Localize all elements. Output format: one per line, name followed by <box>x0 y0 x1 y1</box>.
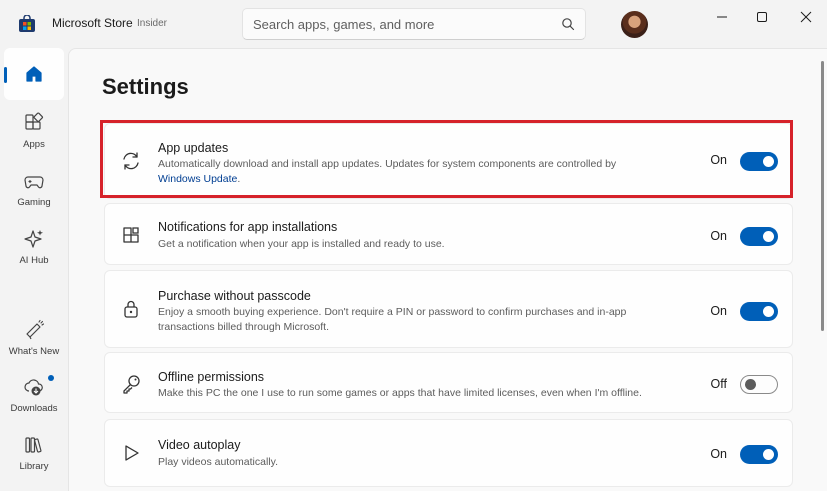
megaphone-icon <box>26 319 45 340</box>
setting-card-notifications: Notifications for app installations Get … <box>104 203 793 265</box>
sparkle-icon <box>24 230 43 248</box>
setting-title: Notifications for app installations <box>158 220 338 234</box>
sidebar-item-library[interactable]: Library <box>4 427 64 479</box>
app-add-icon <box>123 227 139 243</box>
notifications-toggle[interactable] <box>740 227 778 246</box>
setting-description-suffix: . <box>237 173 241 185</box>
sidebar-item-apps[interactable]: Apps <box>4 105 64 157</box>
app-updates-toggle[interactable] <box>740 152 778 171</box>
title-bar: Microsoft Store Insider Search apps, gam… <box>0 0 827 48</box>
setting-title: Video autoplay <box>158 438 241 452</box>
toggle-state-label: On <box>710 153 727 167</box>
setting-card-video-autoplay: Video autoplay Play videos automatically… <box>104 419 793 487</box>
toggle-state-label: On <box>710 229 727 243</box>
apps-grid-icon <box>25 112 44 130</box>
play-icon <box>125 445 139 461</box>
setting-description: Play videos automatically. <box>158 456 279 468</box>
toggle-knob <box>763 156 774 167</box>
windows-update-link[interactable]: Windows Update <box>158 173 237 185</box>
downloads-badge <box>48 375 54 381</box>
setting-title: Offline permissions <box>158 370 265 384</box>
scrollbar[interactable] <box>821 61 824 331</box>
cloud-download-icon <box>24 379 43 396</box>
sidebar-item-whats-new[interactable]: What's New <box>4 312 64 364</box>
toggle-knob <box>763 231 774 242</box>
minimize-icon[interactable] <box>707 6 737 28</box>
sidebar-item-label: Gaming <box>17 197 51 208</box>
setting-description-text: Automatically download and install app u… <box>158 158 617 170</box>
video-autoplay-toggle[interactable] <box>740 445 778 464</box>
setting-description: Enjoy a smooth buying experience. Don't … <box>158 306 627 333</box>
setting-title: Purchase without passcode <box>158 289 311 303</box>
toggle-state-label: On <box>710 447 727 461</box>
home-icon <box>26 66 42 82</box>
active-indicator <box>4 67 7 83</box>
microsoft-store-window: Microsoft Store Insider Search apps, gam… <box>0 0 827 491</box>
sidebar-item-home[interactable] <box>4 48 64 100</box>
app-title: Microsoft Store <box>52 16 133 30</box>
settings-page: Settings App updates Automatically downl… <box>68 48 827 491</box>
library-icon <box>25 437 42 453</box>
sidebar-item-label: Library <box>19 461 49 472</box>
toggle-state-label: On <box>710 304 727 318</box>
toggle-knob <box>763 306 774 317</box>
store-logo-icon <box>19 15 35 32</box>
sidebar-item-label: Downloads <box>10 403 58 414</box>
lock-icon <box>124 300 138 318</box>
setting-description: Automatically download and install app u… <box>158 157 678 187</box>
setting-card-purchase-without-passcode: Purchase without passcode Enjoy a smooth… <box>104 270 793 348</box>
setting-title: App updates <box>158 141 229 155</box>
close-icon[interactable] <box>791 6 821 28</box>
sidebar-item-gaming[interactable]: Gaming <box>4 163 64 215</box>
toggle-knob <box>763 449 774 460</box>
app-channel-label: Insider <box>137 18 168 29</box>
toggle-state-label: Off <box>710 377 727 391</box>
maximize-icon[interactable] <box>747 6 777 28</box>
gamepad-icon <box>24 176 44 189</box>
page-title: Settings <box>102 74 189 99</box>
sidebar-item-label: AI Hub <box>19 255 49 266</box>
refresh-icon <box>123 152 139 170</box>
search-box[interactable]: Search apps, games, and more <box>242 8 586 40</box>
sidebar-item-downloads[interactable]: Downloads <box>4 369 64 421</box>
sidebar-item-label: Apps <box>23 139 45 150</box>
purchase-toggle[interactable] <box>740 302 778 321</box>
setting-card-offline-permissions: Offline permissions Make this PC the one… <box>104 352 793 413</box>
search-input[interactable]: Search apps, games, and more <box>253 17 434 32</box>
toggle-knob <box>745 379 756 390</box>
key-icon <box>123 375 140 394</box>
navigation-sidebar: Apps Gaming AI Hub What's New Downloads … <box>0 48 68 491</box>
sidebar-item-label: What's New <box>8 346 60 357</box>
setting-description: Get a notification when your app is inst… <box>158 238 445 250</box>
offline-permissions-toggle[interactable] <box>740 375 778 394</box>
search-icon[interactable] <box>561 17 575 31</box>
user-avatar[interactable] <box>621 11 648 38</box>
setting-description: Make this PC the one I use to run some g… <box>158 387 642 399</box>
sidebar-item-ai-hub[interactable]: AI Hub <box>4 221 64 273</box>
setting-card-app-updates: App updates Automatically download and i… <box>104 123 793 199</box>
